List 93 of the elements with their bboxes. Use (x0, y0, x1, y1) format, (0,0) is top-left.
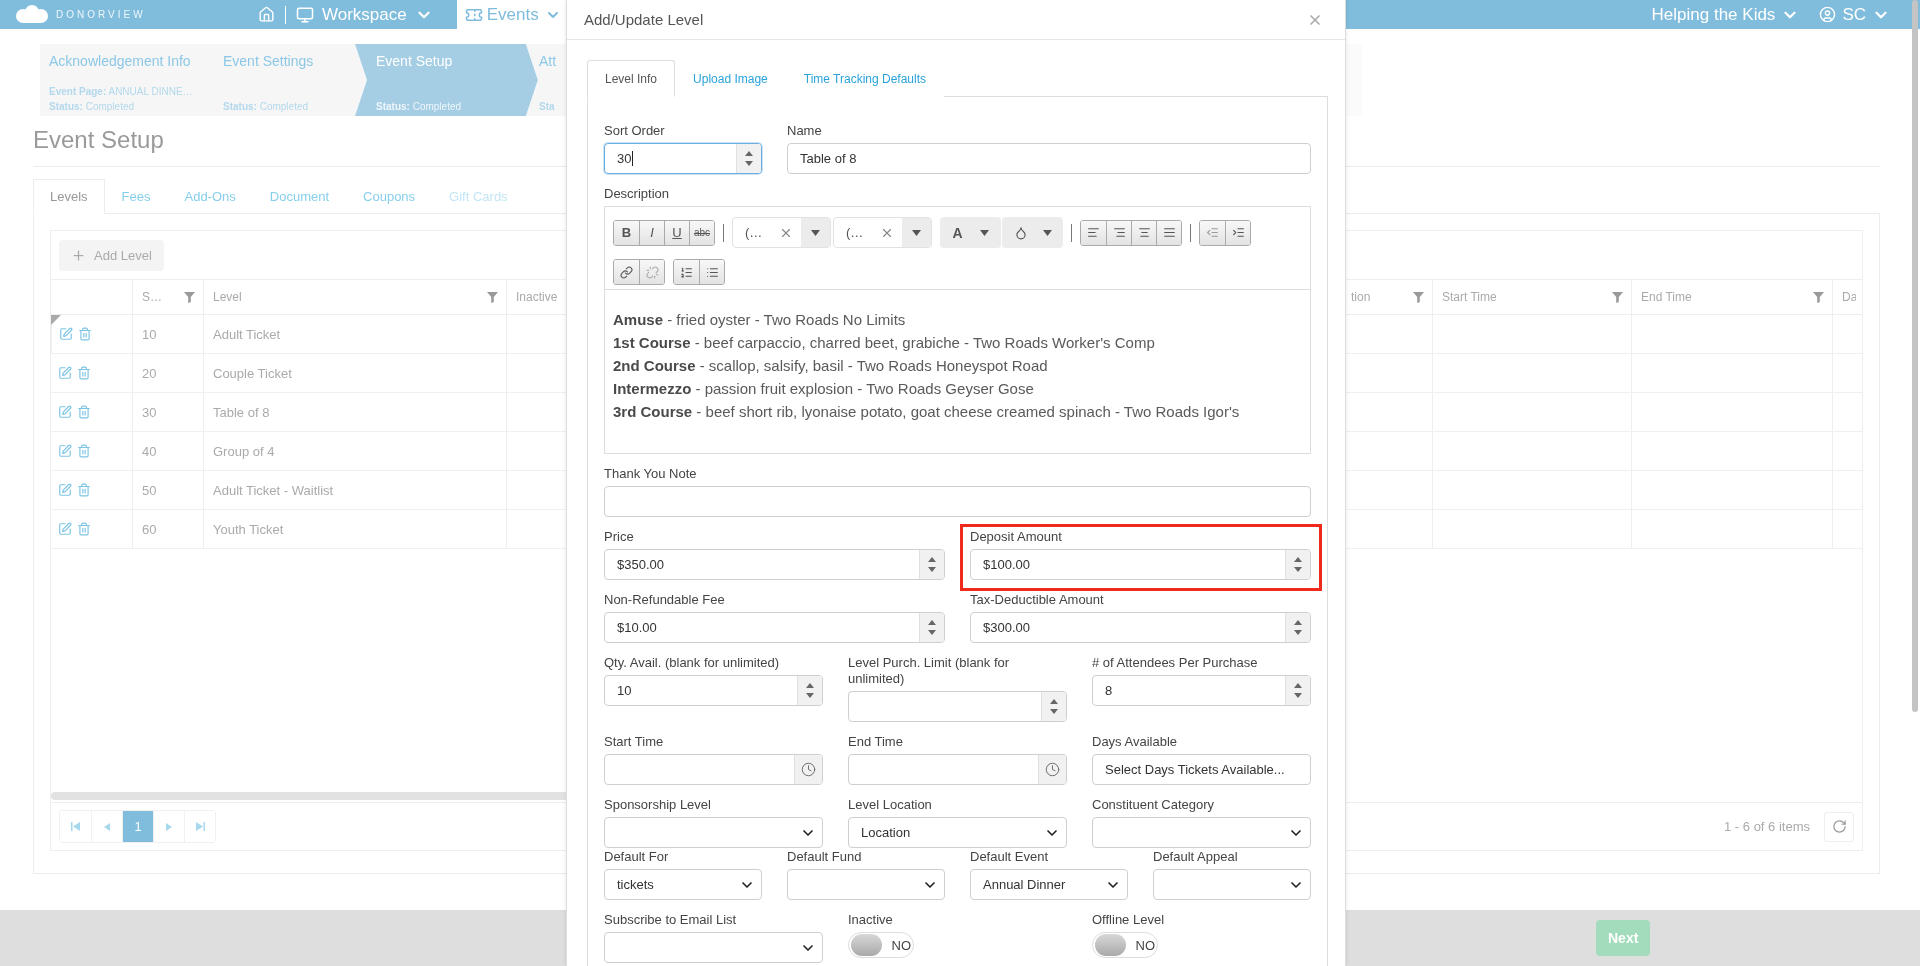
toggle-switch[interactable]: NO (848, 932, 914, 958)
field-label: Subscribe to Email List (604, 912, 738, 928)
format-button[interactable]: abc (689, 220, 714, 245)
step-detail: Event Page: ANNUAL DINNE… (49, 86, 194, 97)
number-field[interactable]: 10 (604, 675, 823, 706)
page-button[interactable]: 1 (122, 811, 153, 842)
field-label: Description (604, 186, 671, 202)
table-cell: Adult Ticket (213, 326, 281, 342)
select-field[interactable]: tickets (604, 869, 762, 900)
table-cell: Group of 4 (213, 443, 275, 459)
tab[interactable]: Level Info (587, 60, 676, 97)
field-label: Thank You Note (604, 466, 698, 482)
number-field[interactable]: $300.00 (970, 612, 1311, 643)
step-detail: Status: Completed (376, 101, 463, 112)
field-label: Level Purch. Limit (blank for unlimited) (848, 655, 1011, 687)
modal-title: Add/Update Level (584, 11, 704, 28)
field-label: Name (787, 123, 823, 139)
page-title: Event Setup (33, 126, 164, 154)
step-detail: Status: Completed (49, 101, 136, 112)
column-header[interactable]: Start Time (1442, 290, 1497, 304)
field-label: Constituent Category (1092, 797, 1216, 813)
field-label: End Time (848, 734, 904, 750)
field-label: Default Event (970, 849, 1050, 865)
field-label: Default Appeal (1153, 849, 1239, 865)
tab[interactable]: Add-Ons (167, 179, 253, 214)
description-line: 2nd Course - scallop, salsify, basil - Two Roads Honeyspot Road (613, 356, 1049, 376)
field-label: Offline Level (1092, 912, 1166, 928)
tab[interactable]: Coupons (346, 179, 433, 214)
field-label: Price (604, 529, 635, 545)
table-cell: 20 (142, 365, 157, 381)
table-cell: 30 (142, 404, 157, 420)
font-size-dropdown[interactable]: (… (833, 217, 932, 248)
field-label: Non-Refundable Fee (604, 592, 726, 608)
workspace-menu[interactable]: Workspace (322, 4, 407, 25)
description-line: 1st Course - beef carpaccio, charred beet, grabiche - Two Roads Worker's Comp (613, 333, 1156, 353)
table-cell: 40 (142, 443, 157, 459)
table-cell: 10 (142, 326, 157, 342)
wizard-step[interactable]: Acknowledgement Info Event Page: ANNUAL DINNE… Status: Completed (40, 44, 214, 116)
events-menu[interactable]: Events (456, 0, 567, 29)
field-label: Sponsorship Level (604, 797, 712, 813)
number-field[interactable]: $350.00 (604, 549, 945, 580)
table-cell: Adult Ticket - Waitlist (213, 482, 334, 498)
column-header[interactable]: Inactive (516, 290, 558, 304)
table-cell: Youth Ticket (213, 521, 284, 537)
number-field[interactable]: $10.00 (604, 612, 945, 643)
font-color-picker[interactable]: A (940, 217, 1001, 248)
field-label: Inactive (848, 912, 894, 928)
field-label: Default Fund (787, 849, 863, 865)
column-header[interactable]: tion (1351, 290, 1371, 304)
column-header[interactable]: Level (213, 290, 242, 304)
table-cell: 60 (142, 521, 157, 537)
description-line: 3rd Course - beef short rib, lyonaise potato, goat cheese creamed spinach - Two Roads Igor's (613, 402, 1241, 422)
format-button[interactable]: I (639, 220, 664, 245)
multi-select-field[interactable]: Select Days Tickets Available... (1092, 754, 1311, 785)
organization-menu[interactable]: Helping the Kids (1651, 4, 1776, 25)
field-label: Start Time (604, 734, 665, 750)
field-label: Days Available (1092, 734, 1179, 750)
field-label: Tax-Deductible Amount (970, 592, 1105, 608)
field-label: Deposit Amount (970, 529, 1063, 545)
description-line: Intermezzo - passion fruit explosion - Two Roads Geyser Gose (613, 379, 1035, 399)
pager-summary: 1 - 6 of 6 items (1724, 819, 1810, 834)
user-menu[interactable]: SC (1842, 4, 1866, 25)
table-cell: 50 (142, 482, 157, 498)
field-label: Level Location (848, 797, 933, 813)
field-label: Sort Order (604, 123, 666, 139)
step-detail: Sta (539, 101, 556, 112)
wizard-step[interactable]: Event Settings Status: Completed (202, 44, 367, 116)
field-label: Default For (604, 849, 670, 865)
tab[interactable]: Document (252, 179, 347, 214)
field-label: Qty. Avail. (blank for unlimited) (604, 655, 781, 671)
toggle-switch[interactable]: NO (1092, 932, 1158, 958)
column-header[interactable]: End Time (1641, 290, 1692, 304)
step-detail: Status: Completed (223, 101, 310, 112)
logo-text: DONORVIEW (56, 9, 146, 20)
number-field[interactable]: 30 (604, 143, 762, 174)
tab[interactable]: Levels (33, 179, 105, 214)
add-level-button[interactable]: Add Level (59, 239, 164, 271)
number-field[interactable]: 8 (1092, 675, 1311, 706)
format-button[interactable]: U (664, 220, 689, 245)
table-cell: Table of 8 (213, 404, 270, 420)
font-name-dropdown[interactable]: (… (732, 217, 831, 248)
field-label: # of Attendees Per Purchase (1092, 655, 1259, 671)
number-field[interactable]: $100.00 (970, 549, 1311, 580)
column-header[interactable]: S… (142, 290, 162, 304)
text-field[interactable]: Table of 8 (787, 143, 1311, 174)
format-button[interactable]: B (614, 220, 639, 245)
wizard-step[interactable]: Event Setup Status: Completed (355, 44, 538, 116)
tab[interactable]: Fees (104, 179, 168, 214)
table-cell: Couple Ticket (213, 365, 292, 381)
next-button[interactable]: Next (1596, 920, 1651, 956)
description-line: Amuse - fried oyster - Two Roads No Limits (613, 310, 907, 330)
select-field[interactable]: Location (848, 817, 1067, 848)
select-field[interactable]: Annual Dinner (970, 869, 1128, 900)
